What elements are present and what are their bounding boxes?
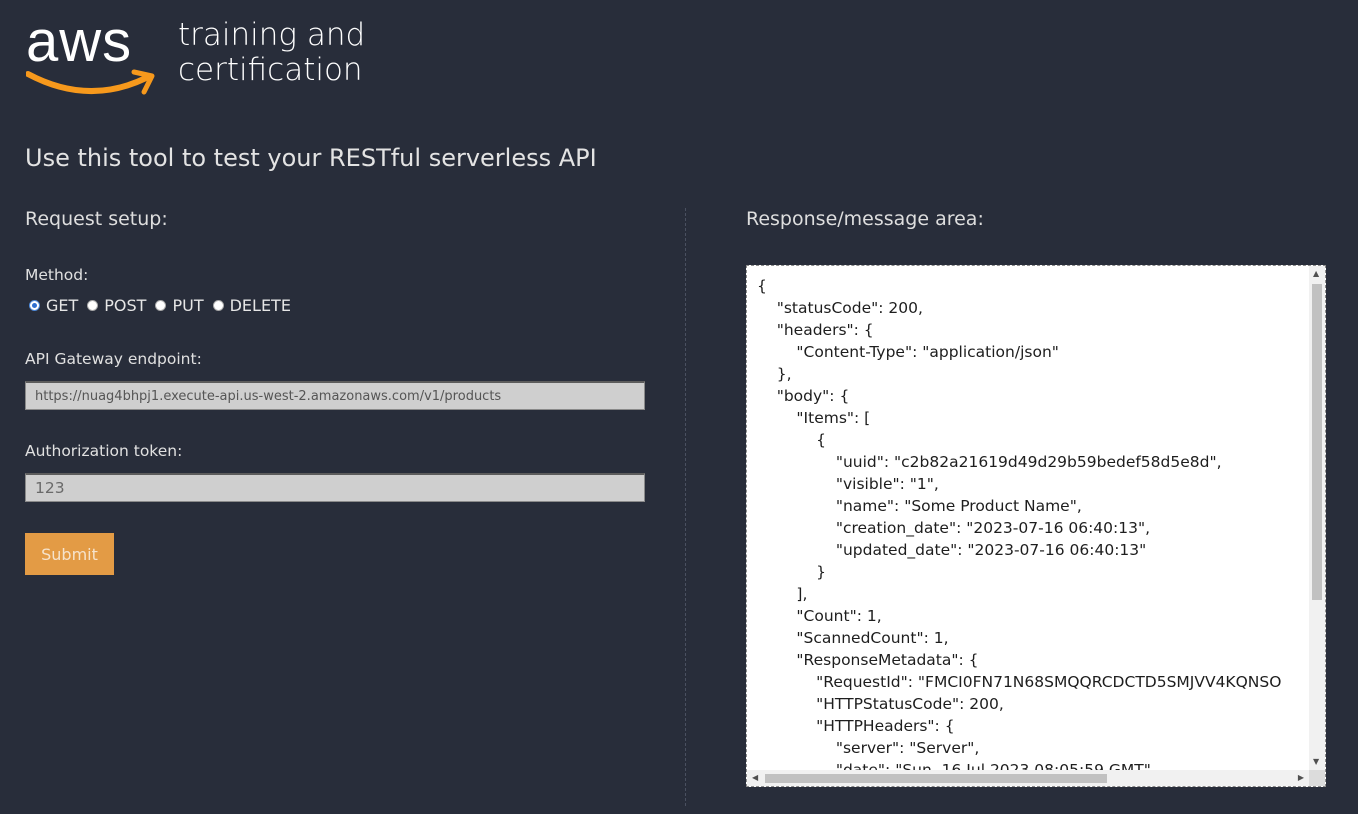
submit-button[interactable]: Submit <box>25 533 114 575</box>
method-radio-delete[interactable]: DELETE <box>212 296 291 315</box>
auth-token-input[interactable]: 123 <box>25 473 645 502</box>
scroll-up-arrow-icon[interactable]: ▲ <box>1313 270 1319 278</box>
response-textarea[interactable]: { "statusCode": 200, "headers": { "Conte… <box>746 265 1326 787</box>
logo-tagline-line2: certification <box>178 52 363 88</box>
aws-training-logo: aws training and certification <box>26 13 366 104</box>
request-setup-heading: Request setup: <box>25 208 168 230</box>
scroll-down-arrow-icon[interactable]: ▼ <box>1313 758 1319 766</box>
vertical-scroll-thumb[interactable] <box>1312 284 1322 600</box>
request-setup-panel: Request setup: Method: GET POST PUT DELE… <box>25 208 645 575</box>
method-label: Method: <box>25 266 89 284</box>
logo-tagline: training and certification <box>178 18 365 88</box>
method-radio-put[interactable]: PUT <box>155 296 204 315</box>
horizontal-scroll-thumb[interactable] <box>765 774 1107 783</box>
vertical-scrollbar[interactable]: ▲ ▼ <box>1309 266 1325 770</box>
response-heading: Response/message area: <box>746 208 984 230</box>
method-label-delete: DELETE <box>229 296 291 315</box>
radio-button-put[interactable] <box>155 300 167 311</box>
scroll-right-arrow-icon[interactable]: ▶ <box>1298 774 1304 782</box>
response-body: { "statusCode": 200, "headers": { "Conte… <box>757 277 1282 771</box>
radio-button-delete[interactable] <box>212 300 224 311</box>
radio-button-get[interactable] <box>29 300 40 311</box>
endpoint-label: API Gateway endpoint: <box>25 350 202 368</box>
aws-smile-icon <box>26 69 155 95</box>
scroll-left-arrow-icon[interactable]: ◀ <box>752 774 758 782</box>
method-radio-post[interactable]: POST <box>87 296 146 315</box>
endpoint-input[interactable]: https://nuag4bhpj1.execute-api.us-west-2… <box>25 381 645 410</box>
scrollbar-corner <box>1309 770 1325 786</box>
horizontal-scrollbar[interactable]: ◀ ▶ <box>747 770 1309 786</box>
auth-token-label: Authorization token: <box>25 442 183 460</box>
page-title: Use this tool to test your RESTful serve… <box>25 144 597 172</box>
page: aws training and certification Use this … <box>0 0 1358 814</box>
logo-tagline-line1: training and <box>178 17 366 53</box>
method-label-get: GET <box>46 296 79 315</box>
radio-button-post[interactable] <box>87 300 99 311</box>
method-label-post: POST <box>104 296 147 315</box>
method-radio-group: GET POST PUT DELETE <box>29 296 300 315</box>
column-divider <box>685 208 686 806</box>
method-radio-get[interactable]: GET <box>29 296 78 315</box>
method-label-put: PUT <box>172 296 204 315</box>
